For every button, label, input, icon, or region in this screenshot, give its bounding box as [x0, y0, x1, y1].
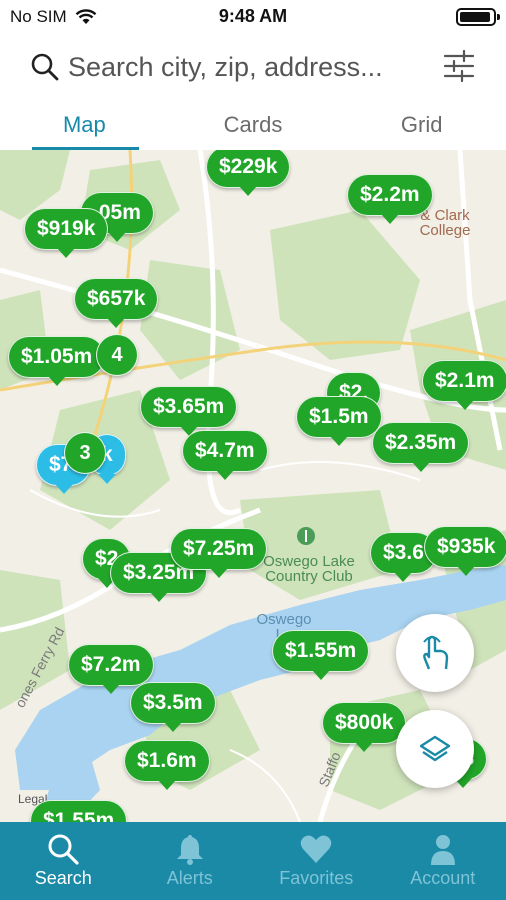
listing-pin[interactable]: $7.25m	[170, 528, 268, 578]
tab-grid[interactable]: Grid	[337, 100, 506, 150]
nav-account-label: Account	[410, 868, 476, 888]
listing-pin[interactable]: $1.55m	[30, 800, 128, 822]
heart-icon	[300, 835, 332, 863]
listing-pin[interactable]: $2.35m	[372, 422, 470, 472]
battery-icon	[456, 8, 500, 26]
listing-pin[interactable]: $3.5m	[130, 682, 216, 732]
search-icon	[31, 53, 59, 81]
listing-pin[interactable]: $935k	[424, 526, 506, 576]
nav-favorites-label: Favorites	[279, 868, 354, 888]
listing-pin[interactable]: $2.2m	[347, 174, 433, 224]
nav-alerts[interactable]: Alerts	[127, 822, 254, 900]
hand-pointer-icon	[423, 635, 449, 670]
bottom-nav: Search Alerts Favorites Account	[0, 822, 506, 900]
listing-pin[interactable]: $3.65m	[140, 386, 238, 436]
nav-account[interactable]: Account	[380, 822, 506, 900]
map-label-country-club: Oswego Lake Country Club	[263, 553, 355, 585]
search-bar[interactable]: Search city, zip, address...	[0, 40, 506, 96]
search-icon	[48, 834, 79, 865]
listing-pin[interactable]: $1.5m	[296, 396, 382, 446]
nav-search-label: Search	[34, 868, 92, 888]
nav-favorites[interactable]: Favorites	[253, 822, 380, 900]
clock: 9:48 AM	[218, 6, 288, 26]
listing-pin[interactable]: $1.6m	[124, 740, 210, 790]
listing-pin[interactable]: $1.55m	[272, 630, 370, 680]
listing-pin[interactable]: $657k	[74, 278, 159, 328]
listing-pin[interactable]: $2.1m	[422, 360, 506, 410]
search-input[interactable]: Search city, zip, address...	[68, 52, 383, 83]
listing-pin[interactable]: $919k	[24, 208, 109, 258]
bell-icon	[176, 835, 203, 865]
listing-pin[interactable]: $800k	[322, 702, 407, 752]
listing-cluster[interactable]: 3	[64, 432, 106, 474]
person-icon	[430, 835, 455, 865]
tab-map[interactable]: Map	[0, 100, 169, 150]
tab-cards[interactable]: Cards	[169, 100, 338, 150]
nav-search[interactable]: Search	[0, 822, 127, 900]
map-layers-button[interactable]	[396, 710, 474, 788]
listing-pin[interactable]: $229k	[206, 150, 291, 196]
draw-search-button[interactable]	[396, 614, 474, 692]
listing-cluster[interactable]: 4	[96, 334, 138, 376]
status-bar: No SIM 9:48 AM	[0, 0, 506, 34]
filter-sliders-icon[interactable]	[442, 48, 476, 84]
map-view[interactable]: & Clark College Oswego Lake Country Club…	[0, 150, 506, 822]
listing-pin[interactable]: $1.05m	[8, 336, 106, 386]
listing-pin[interactable]: $7.2m	[68, 644, 154, 694]
nav-alerts-label: Alerts	[166, 868, 213, 888]
layers-icon	[419, 735, 451, 762]
view-tabs: Map Cards Grid	[0, 100, 506, 150]
listing-pin[interactable]: $4.7m	[182, 430, 268, 480]
